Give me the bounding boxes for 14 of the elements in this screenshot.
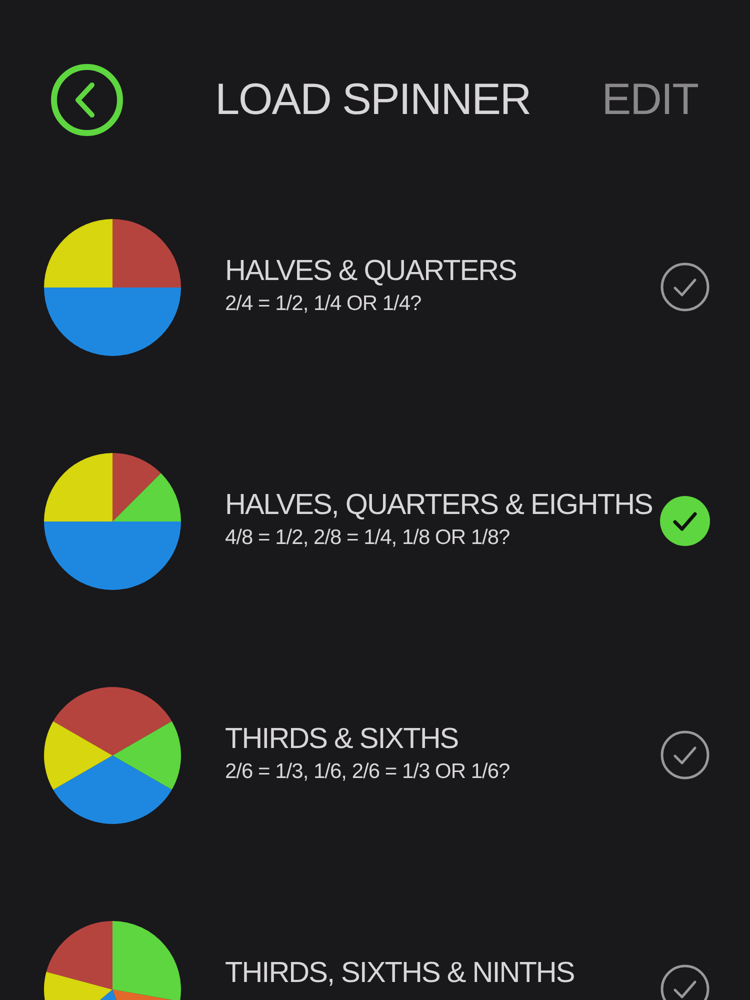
checkmark-icon[interactable] bbox=[660, 730, 710, 780]
checkmark-icon[interactable] bbox=[660, 262, 710, 312]
checkmark-icon[interactable] bbox=[660, 496, 710, 546]
checkmark-icon[interactable] bbox=[660, 964, 710, 1000]
screen-title: LOAD SPINNER bbox=[215, 75, 531, 125]
edit-button[interactable]: EDIT bbox=[602, 75, 698, 125]
spinner-title[interactable]: HALVES, QUARTERS & EIGHTHS bbox=[225, 489, 660, 522]
spinner-title[interactable]: THIRDS, SIXTHS & NINTHS bbox=[225, 957, 660, 990]
spinner-title[interactable]: THIRDS & SIXTHS bbox=[225, 723, 660, 756]
spinner-title[interactable]: HALVES & QUARTERS bbox=[225, 255, 660, 288]
spinner-description: 2/4 = 1/2, 1/4 OR 1/4? bbox=[225, 292, 422, 316]
spinner-description: 4/8 = 1/2, 2/8 = 1/4, 1/8 OR 1/8? bbox=[225, 526, 511, 550]
back-icon[interactable] bbox=[50, 63, 124, 137]
spinner-description: 2/6 = 1/3, 1/6, 2/6 = 1/3 OR 1/6? bbox=[225, 760, 511, 784]
